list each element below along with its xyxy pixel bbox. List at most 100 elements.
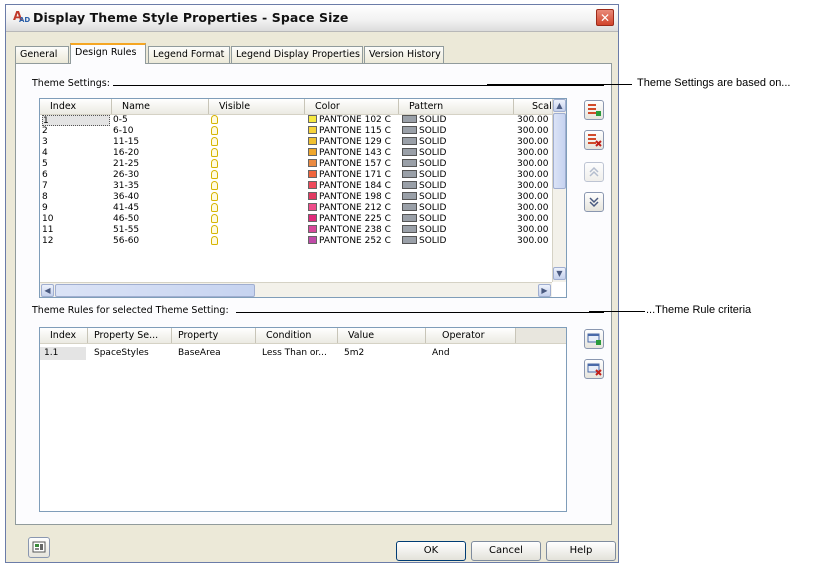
- title-bar: A AD Display Theme Style Properties - Sp…: [6, 5, 618, 32]
- remove-theme-setting-button[interactable]: [584, 130, 604, 150]
- cell-pattern[interactable]: SOLID: [402, 115, 512, 126]
- color-swatch: [308, 225, 317, 233]
- tab-legend-format[interactable]: Legend Format: [148, 46, 230, 63]
- col-rule-condition[interactable]: Condition: [256, 328, 338, 343]
- cell-color[interactable]: PANTONE 157 C: [308, 159, 402, 170]
- cell-color[interactable]: PANTONE 171 C: [308, 170, 402, 181]
- col-rule-operator[interactable]: Operator: [426, 328, 516, 343]
- cell-color[interactable]: PANTONE 143 C: [308, 148, 402, 159]
- col-name[interactable]: Name: [112, 99, 209, 114]
- cell-color[interactable]: PANTONE 238 C: [308, 225, 402, 236]
- cell-visible[interactable]: [211, 203, 225, 214]
- add-theme-rule-button[interactable]: [584, 329, 604, 349]
- cell-pattern[interactable]: SOLID: [402, 137, 512, 148]
- move-up-button[interactable]: [584, 162, 604, 182]
- tab-design-rules[interactable]: Design Rules: [70, 43, 146, 64]
- col-rule-value[interactable]: Value: [338, 328, 426, 343]
- cell-visible[interactable]: [211, 126, 225, 137]
- color-name: PANTONE 198 C: [319, 192, 391, 202]
- cell-scale: 300.00: [517, 170, 549, 180]
- cell-scale: 300.00: [517, 148, 549, 158]
- theme-rules-grid[interactable]: Index Property Se... Property Condition …: [39, 327, 567, 512]
- cell-pattern[interactable]: SOLID: [402, 214, 512, 225]
- cell-visible[interactable]: [211, 181, 225, 192]
- table-row[interactable]: 9 41-45 PANTONE 212 C SOLID 300.00: [40, 203, 550, 214]
- col-color[interactable]: Color: [305, 99, 399, 114]
- table-row[interactable]: 1.1 SpaceStyles BaseArea Less Than or... 5m2…: [40, 347, 516, 360]
- table-row[interactable]: 2 6-10 PANTONE 115 C SOLID 300.00: [40, 126, 550, 137]
- col-rule-filler: [516, 328, 566, 343]
- pattern-swatch: [402, 148, 417, 156]
- close-button[interactable]: ✕: [596, 9, 614, 26]
- col-rule-property[interactable]: Property: [172, 328, 256, 343]
- table-row[interactable]: 6 26-30 PANTONE 171 C SOLID 300.00: [40, 170, 550, 181]
- cell-rule-index: 1.1: [40, 347, 86, 360]
- cell-visible[interactable]: [211, 214, 225, 225]
- cell-color[interactable]: PANTONE 225 C: [308, 214, 402, 225]
- move-down-button[interactable]: [584, 192, 604, 212]
- theme-settings-grid[interactable]: Index Name Visible Color Pattern Scale 1…: [39, 98, 567, 298]
- cell-visible[interactable]: [211, 137, 225, 148]
- cell-visible[interactable]: [211, 148, 225, 159]
- cell-pattern[interactable]: SOLID: [402, 170, 512, 181]
- add-theme-setting-button[interactable]: [584, 100, 604, 120]
- table-row[interactable]: 11 51-55 PANTONE 238 C SOLID 300.00: [40, 225, 550, 236]
- cell-pattern[interactable]: SOLID: [402, 159, 512, 170]
- scroll-down-arrow-icon[interactable]: ▼: [553, 267, 566, 280]
- cell-color[interactable]: PANTONE 252 C: [308, 236, 402, 247]
- theme-settings-hscrollbar[interactable]: ◀ ▶: [40, 282, 552, 297]
- table-row[interactable]: 7 31-35 PANTONE 184 C SOLID 300.00: [40, 181, 550, 192]
- cell-visible[interactable]: [211, 170, 225, 181]
- cell-pattern[interactable]: SOLID: [402, 192, 512, 203]
- cell-visible[interactable]: [211, 115, 225, 126]
- cell-color[interactable]: PANTONE 102 C: [308, 115, 402, 126]
- cell-color[interactable]: PANTONE 184 C: [308, 181, 402, 192]
- table-row[interactable]: 1 0-5 PANTONE 102 C SOLID 300.00: [40, 115, 550, 126]
- tab-legend-display-properties[interactable]: Legend Display Properties: [231, 46, 363, 63]
- table-row[interactable]: 8 36-40 PANTONE 198 C SOLID 300.00: [40, 192, 550, 203]
- style-browser-button[interactable]: [28, 537, 50, 558]
- cell-visible[interactable]: [211, 225, 225, 236]
- remove-theme-rule-button[interactable]: [584, 359, 604, 379]
- scroll-left-arrow-icon[interactable]: ◀: [41, 284, 54, 297]
- col-index[interactable]: Index: [40, 99, 112, 114]
- col-pattern[interactable]: Pattern: [399, 99, 514, 114]
- cell-pattern[interactable]: SOLID: [402, 236, 512, 247]
- col-visible[interactable]: Visible: [209, 99, 305, 114]
- col-rule-index[interactable]: Index: [40, 328, 88, 343]
- tab-version-history[interactable]: Version History: [364, 46, 444, 63]
- cell-color[interactable]: PANTONE 129 C: [308, 137, 402, 148]
- cancel-button[interactable]: Cancel: [471, 541, 541, 561]
- lightbulb-icon: [211, 192, 218, 201]
- table-row[interactable]: 5 21-25 PANTONE 157 C SOLID 300.00: [40, 159, 550, 170]
- cell-pattern[interactable]: SOLID: [402, 148, 512, 159]
- table-row[interactable]: 10 46-50 PANTONE 225 C SOLID 300.00: [40, 214, 550, 225]
- scroll-right-arrow-icon[interactable]: ▶: [538, 284, 551, 297]
- table-row[interactable]: 3 11-15 PANTONE 129 C SOLID 300.00: [40, 137, 550, 148]
- table-row[interactable]: 4 16-20 PANTONE 143 C SOLID 300.00: [40, 148, 550, 159]
- hscroll-thumb[interactable]: [55, 284, 255, 297]
- cell-visible[interactable]: [211, 159, 225, 170]
- cell-visible[interactable]: [211, 236, 225, 247]
- col-rule-property-set[interactable]: Property Se...: [88, 328, 172, 343]
- cell-scale: 300.00: [517, 159, 549, 169]
- cell-color[interactable]: PANTONE 212 C: [308, 203, 402, 214]
- tab-general[interactable]: General: [15, 46, 69, 63]
- cell-color[interactable]: PANTONE 198 C: [308, 192, 402, 203]
- ok-button[interactable]: OK: [396, 541, 466, 561]
- cell-index: 7: [42, 181, 48, 191]
- cell-color[interactable]: PANTONE 115 C: [308, 126, 402, 137]
- cell-pattern[interactable]: SOLID: [402, 181, 512, 192]
- cell-pattern[interactable]: SOLID: [402, 126, 512, 137]
- cell-pattern[interactable]: SOLID: [402, 203, 512, 214]
- cell-scale: 300.00: [517, 126, 549, 136]
- scroll-up-arrow-icon[interactable]: ▲: [553, 99, 566, 112]
- cell-name: 26-30: [113, 170, 140, 180]
- table-row[interactable]: 12 56-60 PANTONE 252 C SOLID 300.00: [40, 236, 550, 247]
- color-swatch: [308, 115, 317, 123]
- scroll-thumb[interactable]: [553, 113, 566, 189]
- theme-settings-vscrollbar[interactable]: ▲ ▼: [552, 99, 566, 282]
- cell-visible[interactable]: [211, 192, 225, 203]
- cell-pattern[interactable]: SOLID: [402, 225, 512, 236]
- help-button[interactable]: Help: [546, 541, 616, 561]
